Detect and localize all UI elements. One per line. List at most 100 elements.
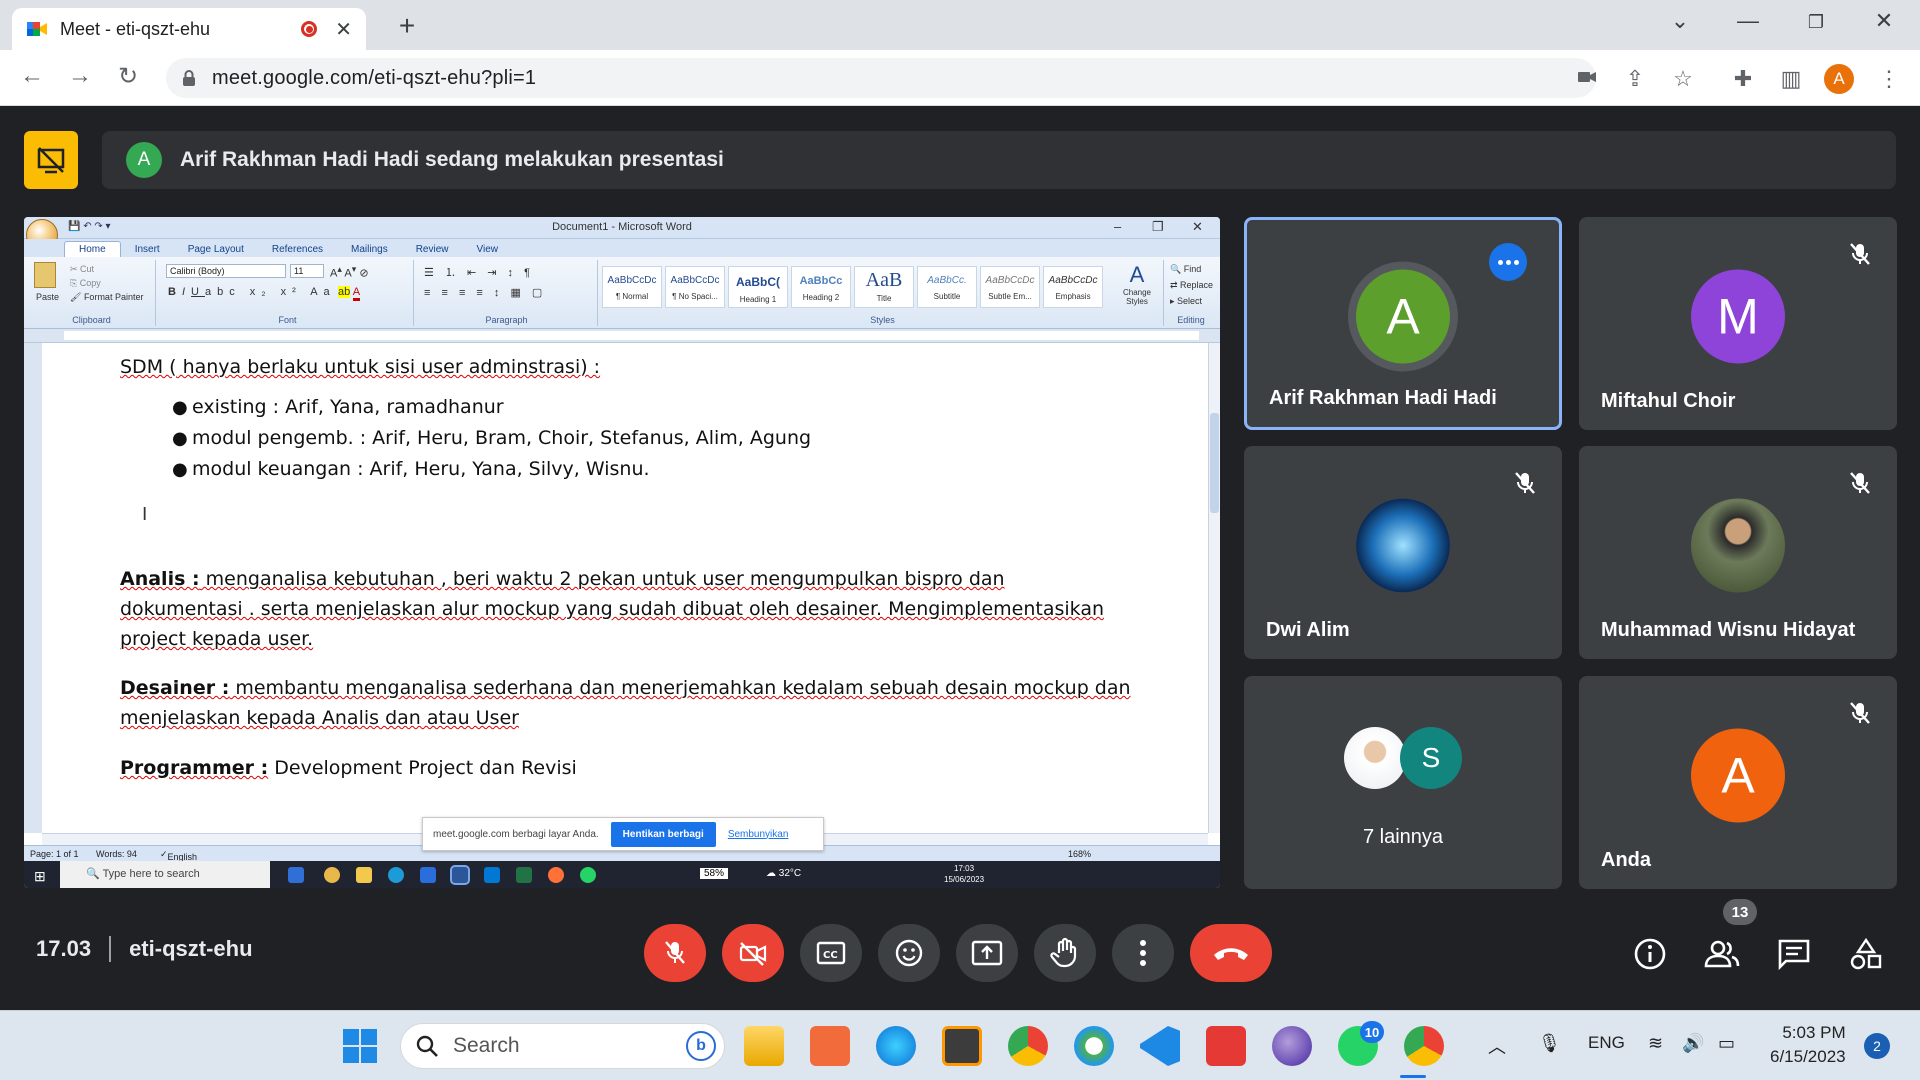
new-tab-button[interactable]: + <box>390 10 424 42</box>
wifi-icon[interactable]: ≋ <box>1648 1033 1663 1054</box>
camera-toggle-button[interactable] <box>722 924 784 982</box>
side-panel-icon[interactable]: ▥ <box>1778 66 1804 92</box>
participant-tile-wisnu[interactable]: Muhammad Wisnu Hidayat <box>1579 446 1897 659</box>
styles-group: AaBbCcDc ¶ Normal AaBbCcDc ¶ No Spaci... A… <box>602 260 1164 326</box>
profile-avatar[interactable]: A <box>1824 64 1854 94</box>
browser-tab[interactable]: Meet - eti-qszt-ehu ✕ <box>12 8 366 50</box>
more-menu-icon[interactable]: ⋮ <box>1876 66 1902 92</box>
present-screen-icon <box>971 940 1003 966</box>
reactions-button[interactable] <box>878 924 940 982</box>
select-label: ▸ Select <box>1170 296 1203 306</box>
style-no-spacing: AaBbCcDc ¶ No Spaci... <box>665 266 725 308</box>
raise-hand-button[interactable] <box>1034 924 1096 982</box>
meet-stage: A Arif Rakhman Hadi Hadi sedang melakuka… <box>0 107 1920 1010</box>
people-button[interactable] <box>1702 934 1742 974</box>
share-icon[interactable]: ⇪ <box>1622 66 1648 92</box>
people-icon <box>1704 940 1740 968</box>
desainer-line-1: Desainer : membantu menganalisa sederhan… <box>120 677 1131 699</box>
taskbar-search-box[interactable]: Search b <box>400 1023 725 1069</box>
participant-tile-dwi-alim[interactable]: Dwi Alim <box>1244 446 1562 659</box>
shared-windows-taskbar: ⊞ 🔍 Type here to search 58% ☁ 32°C 17:03… <box>24 861 1220 888</box>
taskbar-clock[interactable]: 5:03 PM 6/15/2023 <box>1770 1021 1846 1069</box>
participant-tile-arif[interactable]: A Arif Rakhman Hadi Hadi <box>1244 217 1562 430</box>
participant-name: Anda <box>1601 849 1651 871</box>
inner-clock: 17:03 15/06/2023 <box>944 864 985 884</box>
volume-icon[interactable]: 🔊 <box>1682 1033 1704 1054</box>
app-purple-icon[interactable] <box>1272 1026 1312 1066</box>
mic-toggle-button[interactable] <box>644 924 706 982</box>
paragraph-group: ☰ ⒈ ⇤ ⇥ ↕ ¶ ≡ ≡ ≡ ≡ ↕ ▦ ▢ Paragraph <box>416 260 598 326</box>
microphone-icon[interactable]: 🎙 <box>1538 1033 1561 1054</box>
photos-icon[interactable] <box>1074 1026 1114 1066</box>
reload-button[interactable]: ↻ <box>112 62 144 91</box>
notification-badge[interactable]: 2 <box>1864 1033 1890 1059</box>
participant-tile-miftahul[interactable]: M Miftahul Choir <box>1579 217 1897 430</box>
mic-off-icon <box>1850 702 1870 724</box>
activities-button[interactable] <box>1846 934 1886 974</box>
paragraph-group-label: Paragraph <box>485 315 528 325</box>
clock-date: 6/15/2023 <box>1770 1047 1846 1066</box>
edge-icon <box>388 867 404 883</box>
anydesk-icon[interactable] <box>1206 1026 1246 1066</box>
participant-avatar: A <box>1356 268 1450 363</box>
participant-tile-others[interactable]: S 7 lainnya <box>1244 676 1562 889</box>
close-window-button[interactable]: ✕ <box>1864 8 1904 34</box>
participant-count-badge: 13 <box>1723 899 1757 925</box>
sublime-icon[interactable] <box>942 1026 982 1066</box>
bullet-modul-keuangan: modul keuangan : Arif, Heru, Yana, Silvy… <box>192 458 650 480</box>
participant-avatar: A <box>1691 727 1785 822</box>
participant-avatar: M <box>1691 268 1785 363</box>
minimize-button[interactable]: — <box>1728 8 1768 34</box>
bookmark-star-icon[interactable]: ☆ <box>1670 66 1696 92</box>
analis-line-3: project kepada user. <box>120 628 314 650</box>
meeting-details-button[interactable] <box>1630 934 1670 974</box>
participant-tile-self[interactable]: A Anda <box>1579 676 1897 889</box>
bullet-existing: existing : Arif, Yana, ramadhanur <box>192 396 504 418</box>
meeting-time: 17.03 <box>36 936 92 961</box>
emoji-icon <box>895 939 923 967</box>
present-button[interactable] <box>956 924 1018 982</box>
more-options-button[interactable] <box>1112 924 1174 982</box>
others-avatar-initial: S <box>1400 727 1462 789</box>
url-text: meet.google.com/eti-qszt-ehu?pli=1 <box>212 66 537 89</box>
lock-icon <box>182 69 196 87</box>
browser-tab-strip: Meet - eti-qszt-ehu ✕ + ⌄ — ❐ ✕ <box>0 0 1920 50</box>
captions-button[interactable]: CC <box>800 924 862 982</box>
activities-icon <box>1850 937 1882 970</box>
camera-in-use-icon[interactable] <box>1574 66 1600 92</box>
show-hidden-icons-icon[interactable]: ︿ <box>1488 1033 1506 1059</box>
close-tab-icon[interactable]: ✕ <box>335 17 352 42</box>
forward-button[interactable]: → <box>64 62 96 90</box>
app-orange-icon[interactable] <box>810 1026 850 1066</box>
style-heading-1: AaBbC(Heading 1 <box>728 266 788 308</box>
back-button[interactable]: ← <box>16 62 48 90</box>
file-explorer-icon[interactable] <box>744 1026 784 1066</box>
omnibox[interactable]: meet.google.com/eti-qszt-ehu?pli=1 <box>166 58 1596 98</box>
stop-presenting-icon[interactable] <box>24 131 78 189</box>
extensions-icon[interactable]: ✚ <box>1730 66 1756 92</box>
format-painter-label: 🖌 Format Painter <box>70 292 144 302</box>
bullet-icon: ● <box>172 459 188 480</box>
taskbar-lang[interactable]: ENG <box>1588 1033 1625 1053</box>
status-words: Words: 94 <box>96 849 137 859</box>
more-options-icon[interactable] <box>1489 243 1527 281</box>
inner-weather: ☁ 32°C <box>766 868 802 879</box>
edge-icon[interactable] <box>876 1026 916 1066</box>
vscode-icon[interactable] <box>1140 1026 1180 1066</box>
leave-call-button[interactable] <box>1190 924 1272 982</box>
word-title-bar: 💾 ↶ ↷ ▾ Document1 - Microsoft Word – ❐ ✕ <box>24 217 1220 251</box>
whatsapp-icon <box>580 867 596 883</box>
copy-label: ⎘ Copy <box>70 278 101 288</box>
clipboard-group: Paste ✂ Cut ⎘ Copy 🖌 Format Painter Clip… <box>28 260 156 326</box>
restore-button[interactable]: ❐ <box>1796 12 1836 33</box>
chat-button[interactable] <box>1774 934 1814 974</box>
chrome-profile-icon[interactable] <box>1404 1026 1444 1066</box>
tab-search-icon[interactable]: ⌄ <box>1660 8 1700 34</box>
mic-off-icon <box>665 941 685 964</box>
windows-start-icon[interactable] <box>342 1028 378 1069</box>
word-tab-insert: Insert <box>134 244 160 255</box>
paste-label: Paste <box>36 292 60 302</box>
battery-icon[interactable]: ▭ <box>1718 1033 1735 1054</box>
chrome-icon[interactable] <box>1008 1026 1048 1066</box>
status-zoom: 168% <box>1068 849 1092 859</box>
